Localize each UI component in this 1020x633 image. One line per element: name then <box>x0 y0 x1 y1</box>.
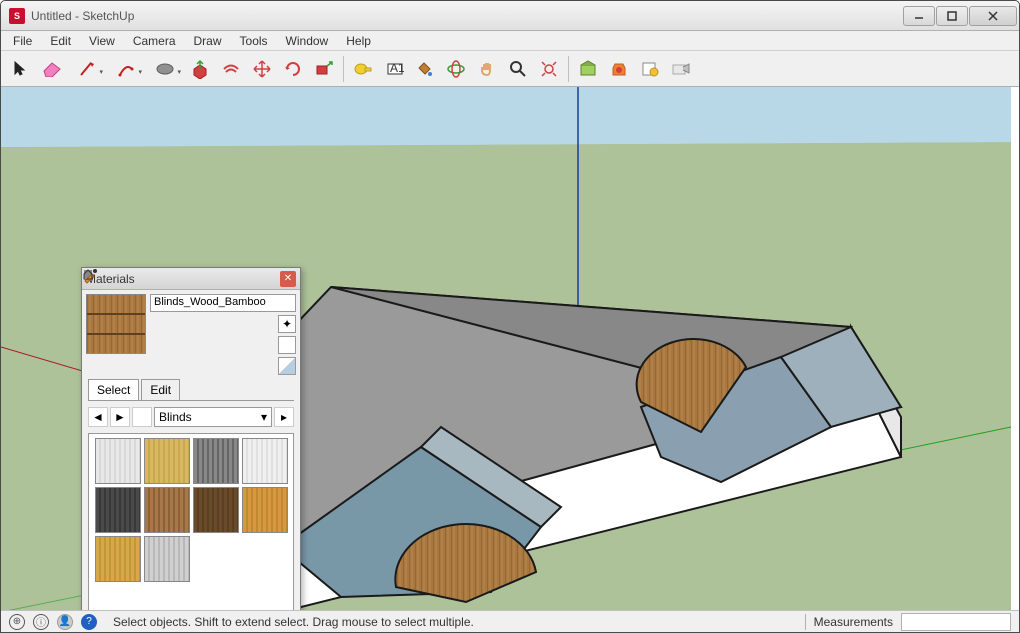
zoom-tool[interactable] <box>504 55 532 83</box>
swatch-blinds-bamboo-amber[interactable] <box>242 487 288 533</box>
text-tool[interactable]: A1 <box>380 55 408 83</box>
app-icon: S <box>9 8 25 24</box>
scale-tool[interactable] <box>310 55 338 83</box>
rotate-tool[interactable] <box>279 55 307 83</box>
toolbar-separator <box>343 56 344 82</box>
window-title: Untitled - SketchUp <box>31 9 903 23</box>
set-default-button[interactable] <box>278 336 296 354</box>
pushpull-tool[interactable] <box>186 55 214 83</box>
toolbar-separator <box>568 56 569 82</box>
user-icon[interactable]: 👤 <box>57 614 73 630</box>
nav-forward-button[interactable]: ► <box>110 407 130 427</box>
eraser-tool[interactable] <box>38 55 66 83</box>
orbit-tool[interactable] <box>442 55 470 83</box>
arc-tool[interactable]: ▾ <box>108 55 144 83</box>
dropdown-arrow-icon: ▾ <box>99 68 103 76</box>
offset-tool[interactable] <box>217 55 245 83</box>
menu-draw[interactable]: Draw <box>186 32 230 50</box>
swatch-blinds-white-fine[interactable] <box>242 438 288 484</box>
panel-titlebar[interactable]: Materials ✕ <box>82 268 300 290</box>
swatch-blinds-horizontal-white[interactable] <box>95 438 141 484</box>
app-window: S Untitled - SketchUp File Edit View Cam… <box>0 0 1020 633</box>
tab-select[interactable]: Select <box>88 379 139 400</box>
swatch-blinds-grey-slat[interactable] <box>193 438 239 484</box>
details-button[interactable]: ▸ <box>274 407 294 427</box>
warehouse-tool[interactable] <box>574 55 602 83</box>
measurements-label: Measurements <box>814 615 893 629</box>
maximize-button[interactable] <box>936 6 968 26</box>
panel-close-button[interactable]: ✕ <box>280 271 296 287</box>
dropdown-arrow-icon: ▾ <box>177 68 181 76</box>
paint-tool[interactable] <box>411 55 439 83</box>
menubar: File Edit View Camera Draw Tools Window … <box>1 31 1019 51</box>
dropdown-arrow-icon: ▾ <box>138 68 142 76</box>
layout-tool[interactable] <box>636 55 664 83</box>
swatch-blinds-bamboo-light[interactable] <box>144 438 190 484</box>
swatch-blinds-metal[interactable] <box>144 536 190 582</box>
menu-tools[interactable]: Tools <box>232 32 276 50</box>
tape-tool[interactable] <box>349 55 377 83</box>
swatch-blinds-wood-medium[interactable] <box>144 487 190 533</box>
window-controls <box>903 6 1017 26</box>
menu-window[interactable]: Window <box>278 32 337 50</box>
toolbar: ▾ ▾ ▾ A1 <box>1 51 1019 87</box>
materials-tabs: Select Edit <box>88 379 294 401</box>
swatch-blinds-dark-slat[interactable] <box>95 487 141 533</box>
close-button[interactable] <box>969 6 1017 26</box>
ext-warehouse-tool[interactable] <box>605 55 633 83</box>
pan-tool[interactable] <box>473 55 501 83</box>
credits-icon[interactable]: ⓘ <box>33 614 49 630</box>
geolocation-icon[interactable]: ⊕ <box>9 614 25 630</box>
tab-edit[interactable]: Edit <box>141 379 180 400</box>
statusbar: ⊕ ⓘ 👤 ? Select objects. Shift to extend … <box>1 610 1019 632</box>
swatch-blinds-wood-dark[interactable] <box>193 487 239 533</box>
material-preview[interactable] <box>86 294 146 354</box>
measurements-field[interactable] <box>901 613 1011 631</box>
material-swatches <box>88 433 294 610</box>
library-select-label: Blinds <box>159 410 192 424</box>
shape-tool[interactable]: ▾ <box>147 55 183 83</box>
menu-edit[interactable]: Edit <box>42 32 79 50</box>
menu-view[interactable]: View <box>81 32 123 50</box>
status-hint: Select objects. Shift to extend select. … <box>113 615 797 629</box>
material-name-field[interactable]: Blinds_Wood_Bamboo <box>150 294 296 312</box>
line-tool[interactable]: ▾ <box>69 55 105 83</box>
menu-file[interactable]: File <box>5 32 40 50</box>
nav-home-button[interactable] <box>132 407 152 427</box>
panel-title-text: Materials <box>86 272 280 286</box>
material-preview-row: Blinds_Wood_Bamboo ✦ <box>82 290 300 379</box>
titlebar: S Untitled - SketchUp <box>1 1 1019 31</box>
select-tool[interactable] <box>7 55 35 83</box>
library-nav: ◄ ► Blinds ▾ ▸ <box>82 401 300 433</box>
viewport-3d[interactable]: Materials ✕ Blinds_Wood_Bamboo ✦ <box>1 87 1019 610</box>
menu-help[interactable]: Help <box>338 32 379 50</box>
move-tool[interactable] <box>248 55 276 83</box>
minimize-button[interactable] <box>903 6 935 26</box>
materials-panel: Materials ✕ Blinds_Wood_Bamboo ✦ <box>81 267 301 610</box>
library-select[interactable]: Blinds ▾ <box>154 407 272 427</box>
default-material-swatch[interactable] <box>278 357 296 375</box>
svg-text:A1: A1 <box>390 61 404 75</box>
create-material-button[interactable]: ✦ <box>278 315 296 333</box>
share-tool[interactable] <box>667 55 695 83</box>
swatch-blinds-amber-stripe[interactable] <box>95 536 141 582</box>
nav-back-button[interactable]: ◄ <box>88 407 108 427</box>
zoomextents-tool[interactable] <box>535 55 563 83</box>
help-icon[interactable]: ? <box>81 614 97 630</box>
statusbar-separator <box>805 614 806 630</box>
menu-camera[interactable]: Camera <box>125 32 184 50</box>
chevron-down-icon: ▾ <box>261 410 267 424</box>
